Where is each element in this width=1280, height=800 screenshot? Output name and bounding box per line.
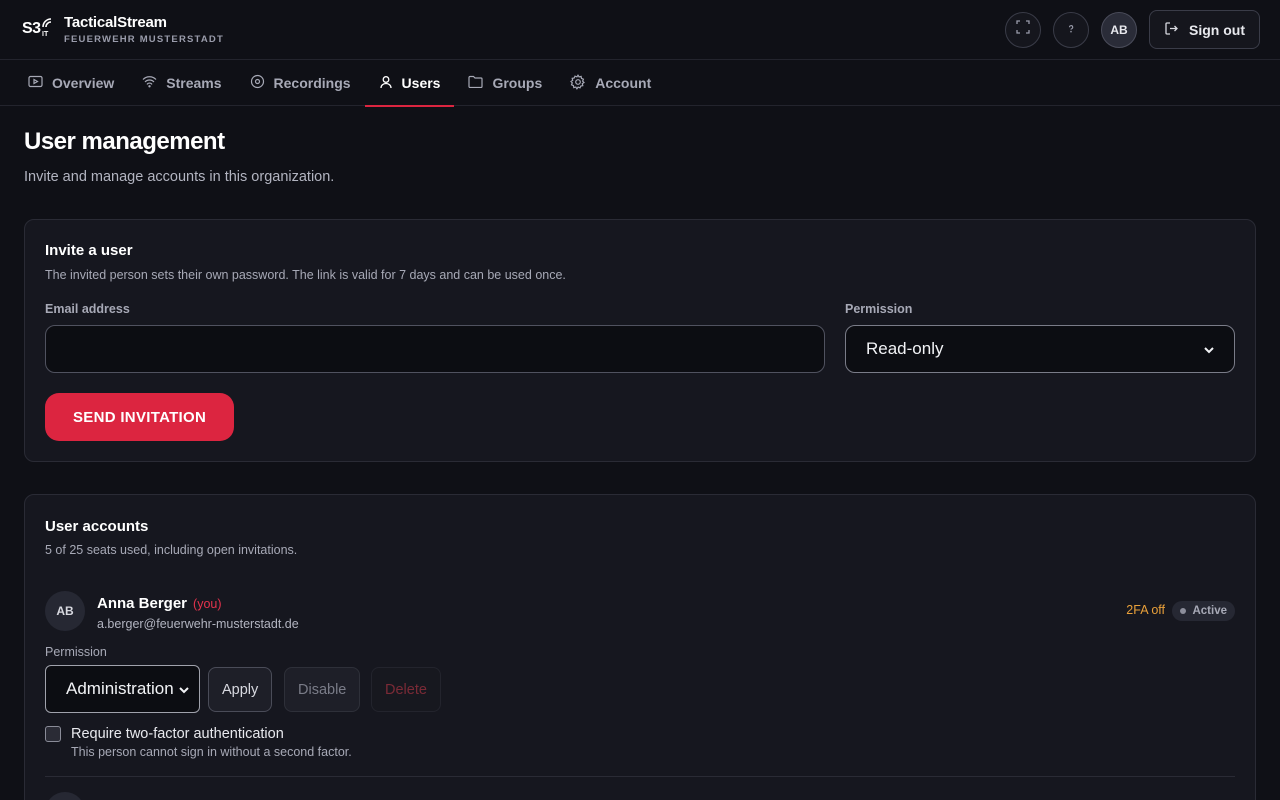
gear-icon <box>570 73 586 93</box>
you-label: (you) <box>193 597 222 611</box>
tab-streams[interactable]: Streams <box>128 60 235 106</box>
twofa-status: 2FA off <box>1126 603 1165 617</box>
tab-account[interactable]: Account <box>556 60 665 106</box>
record-icon <box>250 74 265 92</box>
main-tabs: Overview Streams Recordings Users Groups… <box>0 60 1280 107</box>
accounts-title: User accounts <box>45 518 149 535</box>
fullscreen-icon <box>1016 20 1030 39</box>
fullscreen-button[interactable] <box>1005 11 1041 48</box>
user-avatar-button[interactable]: AB <box>1101 11 1137 48</box>
user-icon <box>379 75 393 92</box>
tab-groups[interactable]: Groups <box>454 60 556 106</box>
permission-select[interactable]: Read-only <box>845 325 1235 373</box>
status-badge: Active <box>1172 601 1235 621</box>
disable-button[interactable]: Disable <box>284 667 361 712</box>
invite-card: Invite a user The invited person sets th… <box>24 219 1256 462</box>
play-icon <box>28 75 43 91</box>
page-subtitle: Invite and manage accounts in this organ… <box>24 169 335 185</box>
app-name: TacticalStream <box>64 14 167 31</box>
status-dot-icon <box>1180 608 1187 614</box>
app-logo: S3 IT <box>22 18 52 48</box>
help-button[interactable] <box>1053 11 1089 48</box>
tab-recordings[interactable]: Recordings <box>236 60 365 106</box>
require-2fa-hint: This person cannot sign in without a sec… <box>71 745 352 759</box>
sign-out-button[interactable]: Sign out <box>1149 10 1260 49</box>
divider <box>45 776 1235 777</box>
email-input[interactable] <box>45 325 825 373</box>
folder-icon <box>468 75 484 91</box>
permission-label: Permission <box>845 302 913 316</box>
chevron-down-icon <box>1204 339 1214 359</box>
seats-usage: 5 of 25 seats used, including open invit… <box>45 543 298 557</box>
require-2fa-checkbox[interactable] <box>45 726 61 742</box>
invite-description: The invited person sets their own passwo… <box>45 268 566 282</box>
tab-users[interactable]: Users <box>364 60 455 107</box>
help-icon <box>1066 21 1076 39</box>
delete-button[interactable]: Delete <box>371 667 441 712</box>
wifi-icon <box>142 75 157 91</box>
user-name: Anna Berger (you) <box>97 595 222 612</box>
brand[interactable]: S3 IT TacticalStream FEUERWEHR MUSTERSTA… <box>22 14 224 48</box>
permission-select-value: Read-only <box>866 339 944 358</box>
user-email: a.berger@feuerwehr-musterstadt.de <box>97 617 299 631</box>
page-title: User management <box>24 128 225 155</box>
apply-button[interactable]: Apply <box>208 667 273 712</box>
avatar <box>45 792 85 800</box>
accounts-card: User accounts 5 of 25 seats used, includ… <box>24 494 1256 800</box>
sign-out-label: Sign out <box>1189 21 1245 38</box>
user-permission-label: Permission <box>45 645 107 659</box>
send-invitation-button[interactable]: SEND INVITATION <box>45 393 235 441</box>
require-2fa-label[interactable]: Require two-factor authentication <box>71 726 284 742</box>
org-name: FEUERWEHR MUSTERSTADT <box>64 34 224 45</box>
invite-title: Invite a user <box>45 242 133 259</box>
avatar: AB <box>45 591 85 631</box>
top-bar: S3 IT TacticalStream FEUERWEHR MUSTERSTA… <box>0 0 1280 60</box>
chevron-down-icon <box>179 679 189 699</box>
sign-out-icon <box>1164 21 1179 39</box>
user-permission-select[interactable]: Administration <box>45 665 200 713</box>
email-label: Email address <box>45 302 130 316</box>
tab-overview[interactable]: Overview <box>14 60 128 106</box>
